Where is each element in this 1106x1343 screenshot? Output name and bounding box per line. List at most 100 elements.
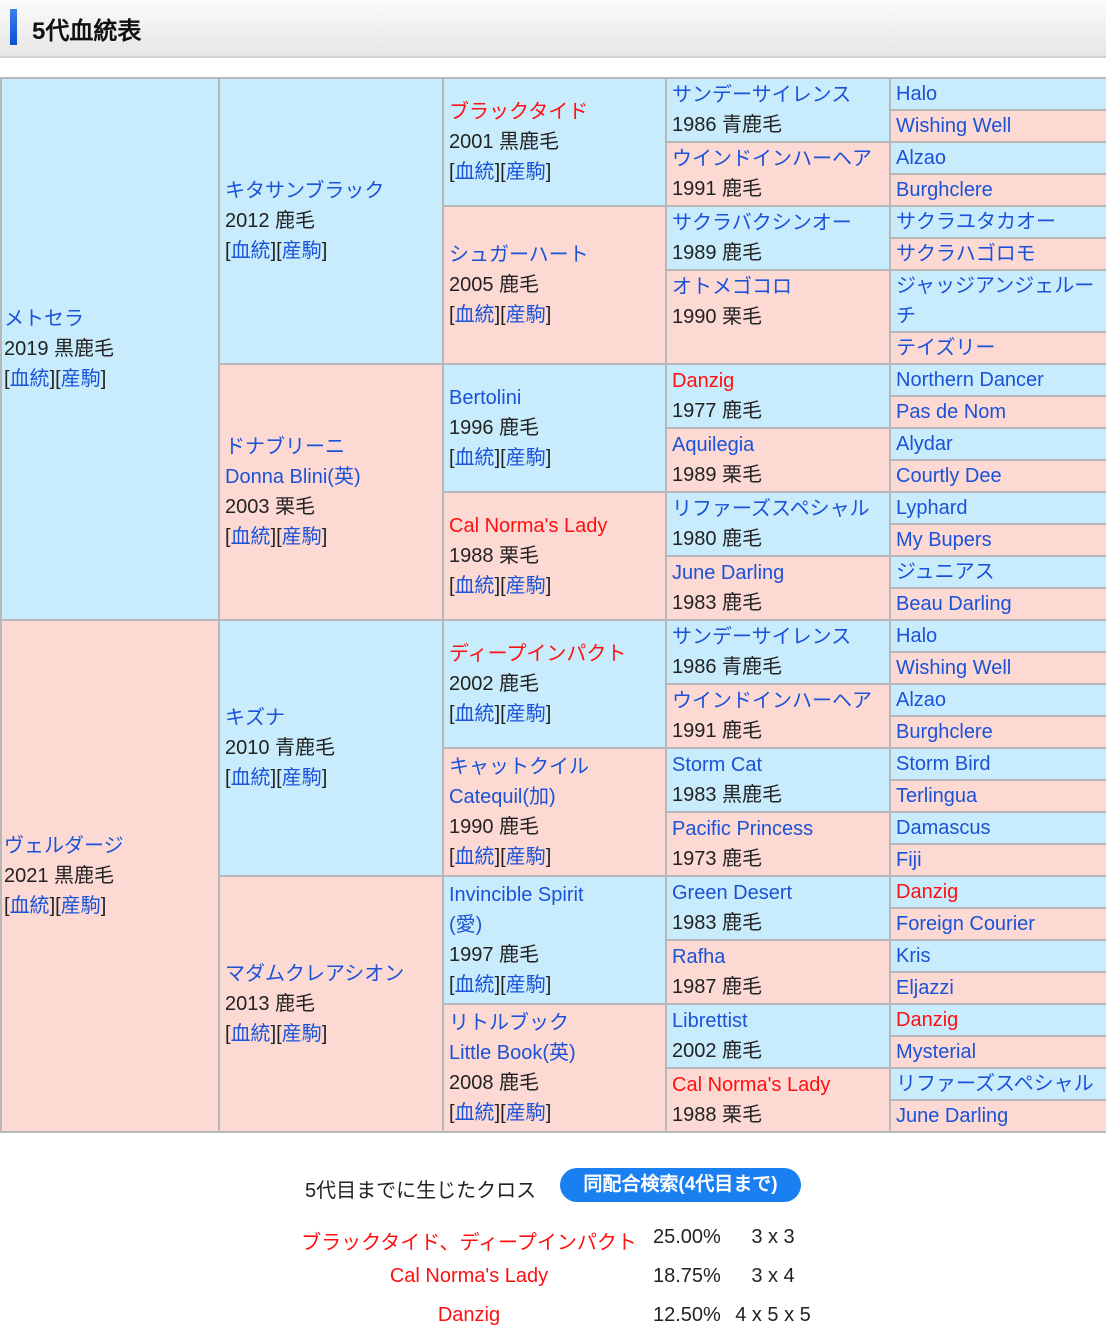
offspring-link[interactable]: 産駒 [500, 1102, 551, 1124]
horse-name-link[interactable]: Kris [896, 941, 1100, 971]
horse-name-link[interactable]: サクラユタカオー [896, 207, 1100, 237]
horse-name-link[interactable]: June Darling [672, 558, 883, 588]
pedigree-link[interactable]: 血統 [449, 447, 500, 469]
horse-name-link[interactable]: Danzig [896, 877, 1100, 907]
horse-name-link[interactable]: Alzao [896, 143, 1100, 173]
horse-name-link[interactable]: Fiji [896, 845, 1100, 875]
horse-name-link[interactable]: Pacific Princess [672, 814, 883, 844]
horse-name-link[interactable]: Mysterial [896, 1037, 1100, 1067]
horse-name-alt-link[interactable]: Little Book(英) [449, 1038, 659, 1068]
pedigree-link[interactable]: 血統 [449, 1102, 500, 1124]
horse-name-link[interactable]: Danzig [896, 1005, 1100, 1035]
horse-name-link[interactable]: Eljazzi [896, 973, 1100, 1003]
horse-name-link[interactable]: Wishing Well [896, 653, 1100, 683]
horse-name-link[interactable]: My Bupers [896, 525, 1100, 555]
horse-name-link[interactable]: Pas de Nom [896, 397, 1100, 427]
horse-name-link[interactable]: サクラバクシンオー [672, 208, 883, 238]
horse-name-link[interactable]: Courtly Dee [896, 461, 1100, 491]
offspring-link[interactable]: 産駒 [276, 526, 327, 548]
horse-name-alt-link[interactable]: Donna Blini(英) [225, 462, 436, 492]
horse-name-link[interactable]: シュガーハート [449, 240, 659, 270]
horse-name-link[interactable]: ディープインパクト [449, 639, 659, 669]
horse-name-link[interactable]: Lyphard [896, 493, 1100, 523]
horse-name-link[interactable]: Alydar [896, 429, 1100, 459]
horse-name-link[interactable]: Rafha [672, 942, 883, 972]
horse-name-link[interactable]: リファーズスペシャル [672, 494, 883, 524]
horse-name-link[interactable]: Beau Darling [896, 589, 1100, 619]
horse-name-link[interactable]: キズナ [225, 703, 436, 733]
birth-year-coat: 1989 栗毛 [672, 464, 763, 486]
horse-name-link[interactable]: Alzao [896, 685, 1100, 715]
pedigree-link[interactable]: 血統 [4, 368, 55, 390]
pedigree-link[interactable]: 血統 [4, 895, 55, 917]
offspring-link[interactable]: 産駒 [276, 767, 327, 789]
horse-name-link[interactable]: Invincible Spirit [449, 880, 659, 910]
offspring-link[interactable]: 産駒 [500, 974, 551, 996]
horse-name-link[interactable]: オトメゴコロ [672, 272, 883, 302]
horse-name-link[interactable]: サクラハゴロモ [896, 239, 1100, 269]
horse-name-link[interactable]: Cal Norma's Lady [449, 511, 659, 541]
pedigree-link[interactable]: 血統 [449, 703, 500, 725]
horse-name-link[interactable]: Terlingua [896, 781, 1100, 811]
offspring-link[interactable]: 産駒 [276, 1023, 327, 1045]
pedigree-link[interactable]: 血統 [449, 846, 500, 868]
horse-name-link[interactable]: Burghclere [896, 175, 1100, 205]
horse-name-link[interactable]: Northern Dancer [896, 365, 1100, 395]
horse-name-link[interactable]: Bertolini [449, 383, 659, 413]
horse-name-alt-link[interactable]: Catequil(加) [449, 782, 659, 812]
horse-name-link[interactable]: Burghclere [896, 717, 1100, 747]
offspring-link[interactable]: 産駒 [500, 575, 551, 597]
pedigree-link[interactable]: 血統 [225, 240, 276, 262]
horse-name-link[interactable]: ジュニアス [896, 557, 1100, 587]
horse-name-alt-link[interactable]: (愛) [449, 910, 659, 940]
offspring-link[interactable]: 産駒 [55, 895, 106, 917]
offspring-link[interactable]: 産駒 [500, 161, 551, 183]
horse-name-link[interactable]: Librettist [672, 1006, 883, 1036]
offspring-link[interactable]: 産駒 [500, 846, 551, 868]
horse-name-link[interactable]: テイズリー [896, 333, 1100, 363]
horse-name-link[interactable]: キャットクイル [449, 752, 659, 782]
horse-name-link[interactable]: ドナブリーニ [225, 432, 436, 462]
horse-name-link[interactable]: Damascus [896, 813, 1100, 843]
horse-name-link[interactable]: Danzig [672, 366, 883, 396]
horse-name-link[interactable]: ブラックタイド [449, 97, 659, 127]
horse-name-link[interactable]: Aquilegia [672, 430, 883, 460]
ancestor-cell-gen4: June Darling 1983 鹿毛 [665, 555, 891, 621]
offspring-link[interactable]: 産駒 [55, 368, 106, 390]
pedigree-link[interactable]: 血統 [449, 304, 500, 326]
horse-name-link[interactable]: Storm Cat [672, 750, 883, 780]
horse-name-link[interactable]: リトルブック [449, 1008, 659, 1038]
horse-name-link[interactable]: Storm Bird [896, 749, 1100, 779]
pedigree-link[interactable]: 血統 [449, 974, 500, 996]
horse-name-link[interactable]: Green Desert [672, 878, 883, 908]
pedigree-link[interactable]: 血統 [449, 161, 500, 183]
offspring-link[interactable]: 産駒 [500, 447, 551, 469]
same-mating-search-button[interactable]: 同配合検索(4代目まで) [560, 1168, 801, 1202]
horse-name-link[interactable]: Cal Norma's Lady [672, 1070, 883, 1100]
horse-name-link[interactable]: ヴェルダージ [4, 831, 212, 861]
horse-name-link[interactable]: サンデーサイレンス [672, 80, 883, 110]
pedigree-link[interactable]: 血統 [225, 1023, 276, 1045]
cross-horse-name[interactable]: Danzig [280, 1304, 658, 1327]
horse-name-link[interactable]: ウインドインハーヘア [672, 144, 883, 174]
horse-name-link[interactable]: Halo [896, 621, 1100, 651]
horse-name-link[interactable]: ウインドインハーヘア [672, 686, 883, 716]
pedigree-link[interactable]: 血統 [225, 767, 276, 789]
horse-name-link[interactable]: メトセラ [4, 304, 212, 334]
pedigree-link[interactable]: 血統 [449, 575, 500, 597]
horse-name-link[interactable]: Wishing Well [896, 111, 1100, 141]
offspring-link[interactable]: 産駒 [276, 240, 327, 262]
horse-name-link[interactable]: キタサンブラック [225, 176, 436, 206]
horse-name-link[interactable]: Halo [896, 79, 1100, 109]
horse-name-link[interactable]: Foreign Courier [896, 909, 1100, 939]
horse-name-link[interactable]: リファーズスペシャル [896, 1069, 1100, 1099]
horse-name-link[interactable]: June Darling [896, 1101, 1100, 1131]
offspring-link[interactable]: 産駒 [500, 304, 551, 326]
horse-name-link[interactable]: マダムクレアシオン [225, 959, 436, 989]
cross-horse-name[interactable]: Cal Norma's Lady [280, 1265, 658, 1288]
pedigree-link[interactable]: 血統 [225, 526, 276, 548]
horse-name-link[interactable]: サンデーサイレンス [672, 622, 883, 652]
cross-horse-name[interactable]: ブラックタイド、ディープインパクト [280, 1226, 658, 1255]
offspring-link[interactable]: 産駒 [500, 703, 551, 725]
horse-name-link[interactable]: ジャッジアンジェルーチ [896, 271, 1100, 331]
